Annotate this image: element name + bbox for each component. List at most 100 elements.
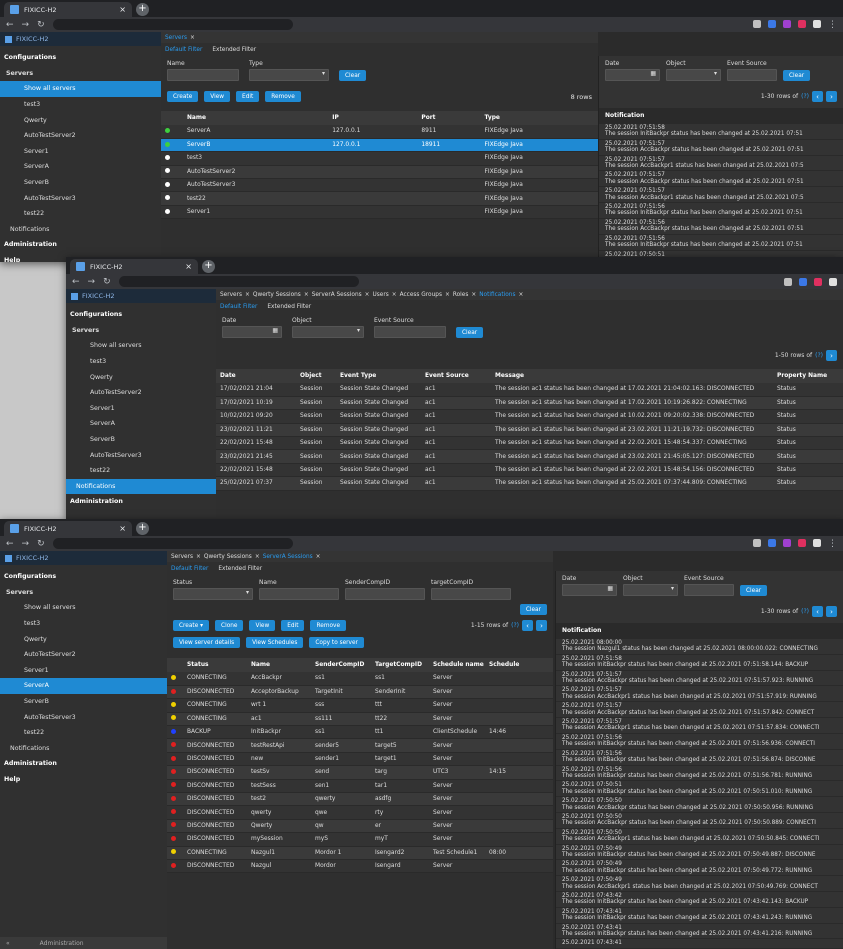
col-date[interactable]: Date: [216, 369, 296, 383]
back-icon[interactable]: ←: [72, 277, 80, 287]
table-row[interactable]: 23/02/2021 21:45 Session Session State Cha…: [216, 449, 843, 464]
sidebar-item-autotestserver2[interactable]: AutoTestServer2: [0, 128, 161, 144]
col-status[interactable]: Status: [183, 658, 247, 672]
table-row[interactable]: DISCONNECTED test2 qwerty asdfg Server: [167, 792, 553, 807]
close-tab-icon[interactable]: ×: [245, 292, 250, 298]
notification-item[interactable]: 25.02.2021 07:51:58 The session InitBackp…: [599, 124, 843, 140]
tab-extended-filter[interactable]: Extended Filter: [212, 47, 256, 53]
object-filter-input[interactable]: ▾: [623, 584, 678, 596]
close-tab-icon[interactable]: ×: [445, 292, 450, 298]
table-row[interactable]: Server1 FIXEdge Java: [161, 205, 598, 220]
sidebar-item-notifications[interactable]: Notifications: [66, 478, 216, 495]
notification-item[interactable]: 25.02.2021 07:51:56 The session AccBackpr…: [599, 219, 843, 235]
sidebar-item-servers[interactable]: Servers: [0, 66, 161, 82]
table-row[interactable]: CONNECTING wrt 1 sss ttt Server: [167, 698, 553, 713]
tab-extended-filter[interactable]: Extended Filter: [218, 566, 262, 572]
view-server-details-button[interactable]: View server details: [173, 637, 241, 648]
table-row[interactable]: test22 FIXEdge Java: [161, 191, 598, 206]
sidebar-item-configurations[interactable]: Configurations: [0, 50, 161, 66]
sidebar-item-configurations[interactable]: Configurations: [0, 569, 167, 585]
sidebar-item-server1[interactable]: Server1: [0, 144, 161, 160]
col-schedule-name[interactable]: Schedule name: [429, 658, 485, 672]
status-filter-select[interactable]: ▾: [173, 588, 253, 600]
clear-button[interactable]: Clear: [456, 327, 484, 338]
browser-tab[interactable]: FIXICC-H2 ×: [70, 259, 198, 274]
sidebar-item-servera[interactable]: ServerA: [0, 678, 167, 694]
extension-icon[interactable]: [829, 277, 837, 286]
tab-servers[interactable]: Servers: [171, 554, 193, 560]
sidebar-item-autotestserver3[interactable]: AutoTestServer3: [0, 709, 167, 725]
table-row[interactable]: CONNECTING Nazgul1 Mordor 1 Isengard2 Test S…: [167, 846, 553, 860]
notification-item[interactable]: 25.02.2021 07:51:57 The session AccBackpr…: [599, 140, 843, 156]
pager-count[interactable]: (?): [801, 608, 809, 615]
sidebar-item-serverb[interactable]: ServerB: [0, 694, 167, 710]
extension-icon[interactable]: [813, 19, 821, 28]
copy-to-server-button[interactable]: Copy to server: [309, 637, 364, 648]
new-tab-icon[interactable]: +: [136, 522, 149, 535]
col-event-type[interactable]: Event Type: [336, 369, 421, 383]
sidebar-item-test3[interactable]: test3: [0, 616, 167, 632]
target-filter-input[interactable]: [431, 588, 511, 600]
object-filter-input[interactable]: ▾: [666, 69, 721, 81]
object-filter-select[interactable]: ▾: [292, 326, 364, 338]
sidebar-item-test22[interactable]: test22: [0, 725, 167, 741]
create-button[interactable]: Create ▾: [173, 620, 210, 631]
sidebar-item-server1[interactable]: Server1: [0, 663, 167, 679]
table-row[interactable]: ServerB 127.0.0.1 18911 FIXEdge Java: [161, 138, 598, 153]
tab-servera-sessions[interactable]: ServerA Sessions: [312, 292, 362, 298]
notification-item[interactable]: 25.02.2021 07:51:56 The session InitBackp…: [556, 734, 843, 750]
sidebar-item-qwerty[interactable]: Qwerty: [0, 631, 167, 647]
col-property-name[interactable]: Property Name: [773, 369, 843, 383]
pager-count[interactable]: (?): [815, 352, 823, 359]
notification-item[interactable]: 25.02.2021 07:51:57 The session AccBackpr…: [556, 686, 843, 703]
col-port[interactable]: Port: [417, 111, 481, 125]
col-sender[interactable]: SenderCompID: [311, 658, 371, 672]
sidebar-item-show-all-servers[interactable]: Show all servers: [0, 600, 167, 616]
notification-item[interactable]: 25.02.2021 07:51:57 The session AccBackpr…: [599, 156, 843, 172]
sidebar-item-autotestserver2[interactable]: AutoTestServer2: [66, 385, 216, 401]
back-icon[interactable]: ←: [6, 539, 14, 549]
notification-item[interactable]: 25.02.2021 07:51:56 The session InitBackp…: [599, 235, 843, 251]
pager-count[interactable]: (?): [511, 622, 519, 629]
table-row[interactable]: 25/02/2021 07:37 Session Session State Cha…: [216, 476, 843, 491]
sidebar-item-show-all-servers[interactable]: Show all servers: [66, 338, 216, 354]
address-bar[interactable]: [118, 276, 359, 287]
sidebar-item-serverb[interactable]: ServerB: [0, 175, 161, 191]
extension-icon[interactable]: [799, 277, 807, 286]
table-row[interactable]: 10/02/2021 09:20 Session Session State Cha…: [216, 409, 843, 424]
event-source-input[interactable]: [374, 326, 446, 338]
sidebar-item-test3[interactable]: test3: [66, 354, 216, 370]
event-source-cell[interactable]: ac1: [421, 383, 491, 397]
extension-icon[interactable]: [798, 19, 806, 28]
notification-item[interactable]: 25.02.2021 07:50:49 The session InitBackp…: [556, 845, 843, 861]
tab-default-filter[interactable]: Default Filter: [165, 47, 202, 53]
table-row[interactable]: DISCONNECTED Qwerty qw er Server: [167, 819, 553, 834]
tab-users[interactable]: Users: [373, 292, 389, 298]
table-row[interactable]: 22/02/2021 15:48 Session Session State Cha…: [216, 463, 843, 478]
next-page-icon[interactable]: ›: [826, 91, 837, 102]
back-icon[interactable]: ←: [6, 20, 14, 30]
close-tab-icon[interactable]: ×: [119, 524, 126, 533]
notification-item[interactable]: 25.02.2021 08:00:00 The session Nazgul1 s…: [556, 639, 843, 655]
tab-access-groups[interactable]: Access Groups: [400, 292, 442, 298]
extension-icon[interactable]: [783, 19, 791, 28]
notification-item[interactable]: 25.02.2021 07:50:49 The session InitBackp…: [556, 860, 843, 877]
close-tab-icon[interactable]: ×: [471, 292, 476, 298]
name-filter-input[interactable]: [259, 588, 339, 600]
sidebar-item-servera[interactable]: ServerA: [66, 416, 216, 432]
sidebar-item-qwerty[interactable]: Qwerty: [66, 369, 216, 385]
tab-notifications[interactable]: Notifications: [479, 292, 515, 298]
edit-button[interactable]: Edit: [236, 91, 260, 102]
col-event-source[interactable]: Event Source: [421, 369, 491, 383]
col-object[interactable]: Object: [296, 369, 336, 383]
pager-count[interactable]: (?): [801, 93, 809, 100]
view-schedules-button[interactable]: View Schedules: [246, 637, 304, 648]
next-page-icon[interactable]: ›: [826, 350, 837, 361]
event-source-filter-input[interactable]: [684, 584, 734, 596]
sidebar-item-autotestserver3[interactable]: AutoTestServer3: [0, 190, 161, 206]
sidebar-item-test22[interactable]: test22: [0, 206, 161, 222]
close-tab-icon[interactable]: ×: [304, 292, 309, 298]
notification-item[interactable]: 25.02.2021 07:50:50 The session AccBackpr…: [556, 829, 843, 845]
table-row[interactable]: BACKUP InitBackpr ss1 tt1 ClientSchedule 14:4…: [167, 725, 553, 740]
col-name[interactable]: Name: [183, 111, 329, 125]
